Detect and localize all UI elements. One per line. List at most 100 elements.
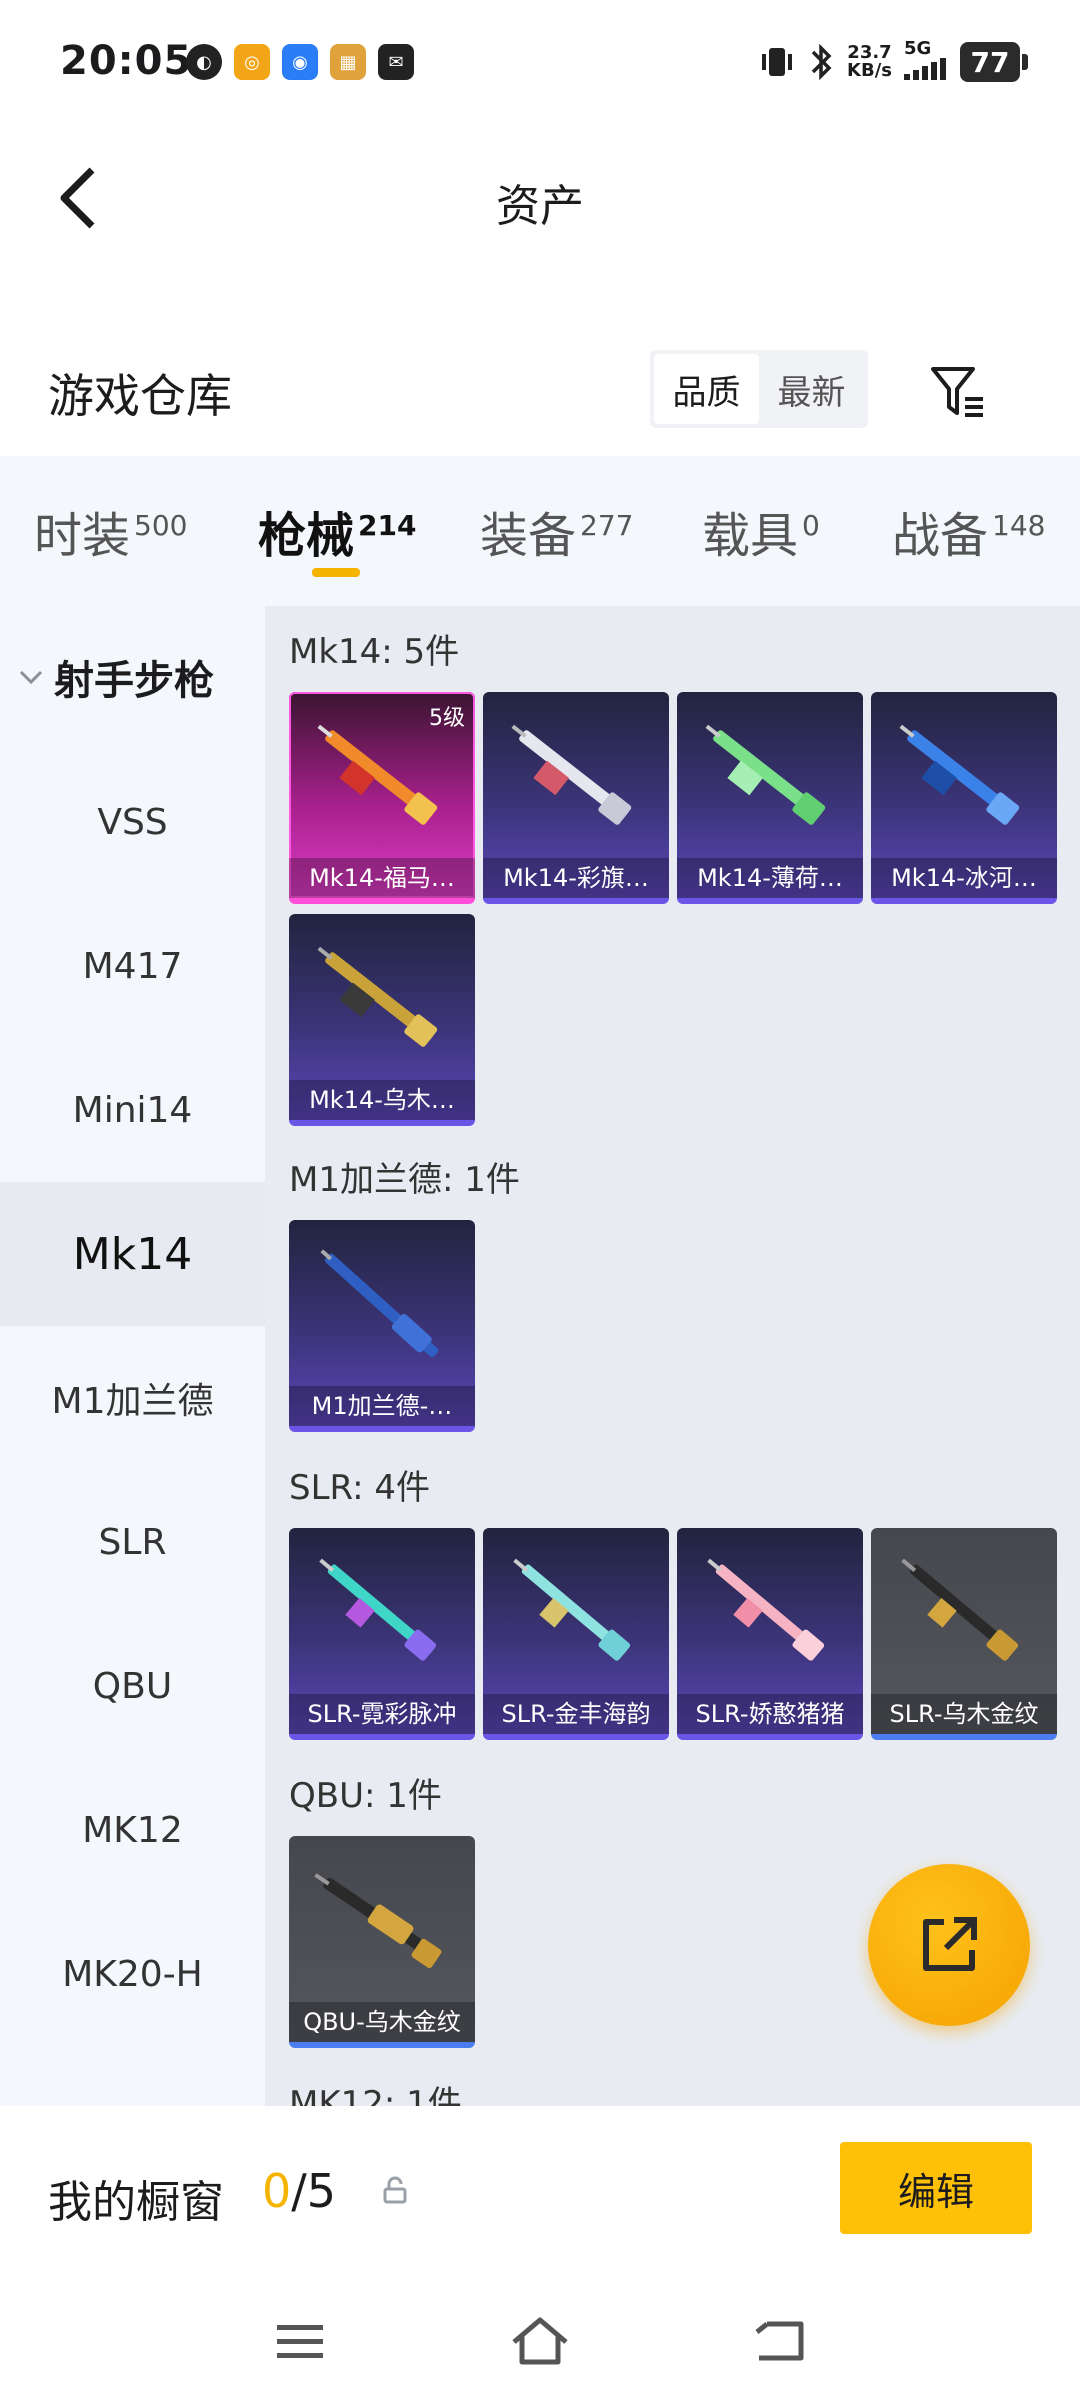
group-title: M1加兰德: 1件 <box>289 1160 520 1200</box>
tab-label: 枪械 <box>258 508 355 564</box>
tab-equipment[interactable]: 装备 277 <box>480 496 633 566</box>
sidebar-item-m417[interactable]: M417 <box>0 894 265 1038</box>
active-tab-indicator <box>312 568 360 577</box>
tab-count: 500 <box>134 509 188 542</box>
network-speed: 23.7 KB/s <box>847 44 892 80</box>
showcase-current: 0 <box>262 2164 292 2218</box>
rifle-icon <box>513 1558 631 1661</box>
filter-button[interactable] <box>918 352 998 432</box>
weapon-card[interactable]: Mk14-冰河… <box>871 692 1057 904</box>
weapon-name: QBU-乌木金纹 <box>289 2002 475 2042</box>
globe-app-icon: ◐ <box>186 44 222 80</box>
showcase-total: /5 <box>291 2164 337 2218</box>
sidebar-item-qbu[interactable]: QBU <box>0 1614 265 1758</box>
tab-count: 214 <box>358 509 417 542</box>
share-floating-button[interactable] <box>868 1864 1030 2026</box>
sort-newest-option[interactable]: 最新 <box>759 354 864 424</box>
sidebar-group-label: 射手步枪 <box>54 658 214 704</box>
sidebar-item-mk14[interactable]: Mk14 <box>0 1182 265 1326</box>
signal-block: 5G <box>904 40 948 84</box>
weapon-name: SLR-娇憨猪猪 <box>677 1694 863 1734</box>
weapon-name: Mk14-薄荷… <box>677 858 863 898</box>
rifle-icon <box>511 724 632 825</box>
lock-icon <box>383 2176 407 2204</box>
status-right: 23.7 KB/s 5G 77 <box>759 40 1028 84</box>
weapon-name: SLR-霓彩脉冲 <box>289 1694 475 1734</box>
weapon-name: Mk14-彩旗… <box>483 858 669 898</box>
category-tabs: 时装 500 枪械 214 装备 277 载具 0 战备 148 <box>0 456 1080 606</box>
back-nav-button[interactable] <box>740 2306 820 2376</box>
tab-vehicles[interactable]: 载具 0 <box>702 496 820 566</box>
tab-firearms[interactable]: 枪械 214 <box>258 496 416 566</box>
system-nav-bar <box>0 2286 1080 2396</box>
tab-count: 0 <box>802 509 820 542</box>
rifle-icon <box>320 1249 439 1358</box>
speed-unit: KB/s <box>847 60 892 81</box>
sidebar-item-mk20h[interactable]: MK20-H <box>0 1902 265 2046</box>
signal-icon <box>904 58 946 80</box>
weapon-type-sidebar: 射手步枪 VSS M417 Mini14 Mk14 M1加兰德 SLR QBU … <box>0 606 265 2106</box>
mail-icon: ✉ <box>378 44 414 80</box>
weapon-card[interactable]: SLR-金丰海韵 <box>483 1528 669 1740</box>
filter-icon <box>931 367 983 417</box>
sort-toggle: 品质 最新 <box>650 350 868 428</box>
weapon-card[interactable]: 5级 Mk14-福马… <box>289 692 475 904</box>
sidebar-item-mk12[interactable]: MK12 <box>0 1758 265 1902</box>
group-title: SLR: 4件 <box>289 1468 430 1508</box>
rifle-icon <box>314 1873 442 1969</box>
battery-indicator: 77 <box>960 42 1028 82</box>
weapon-card[interactable]: SLR-乌木金纹 <box>871 1528 1057 1740</box>
group-title: QBU: 1件 <box>289 1776 442 1816</box>
weapon-card[interactable]: SLR-霓彩脉冲 <box>289 1528 475 1740</box>
showcase-label: 我的橱窗 <box>48 2177 224 2228</box>
sidebar-item-mini14[interactable]: Mini14 <box>0 1038 265 1182</box>
menu-icon <box>277 2325 323 2358</box>
sidebar-item-m1-garand[interactable]: M1加兰德 <box>0 1326 265 1470</box>
weapon-name: Mk14-福马… <box>289 858 475 898</box>
weapon-card[interactable]: Mk14-薄荷… <box>677 692 863 904</box>
weapon-card[interactable]: SLR-娇憨猪猪 <box>677 1528 863 1740</box>
network-type: 5G <box>904 38 932 59</box>
edit-button[interactable]: 编辑 <box>840 2142 1032 2234</box>
section-title: 游戏仓库 <box>48 369 232 423</box>
sidebar-group-marksman[interactable]: 射手步枪 <box>18 648 214 706</box>
group-title: MK12: 1件 <box>289 2084 462 2106</box>
tab-label: 载具 <box>702 508 799 564</box>
rifle-icon <box>705 724 826 825</box>
tab-count: 148 <box>992 509 1046 542</box>
page-title: 资产 <box>496 181 584 232</box>
weapon-name: Mk14-乌木… <box>289 1080 475 1120</box>
tab-gear[interactable]: 战备 148 <box>892 496 1045 566</box>
status-time: 20:05 <box>60 38 193 84</box>
weapon-card[interactable]: Mk14-彩旗… <box>483 692 669 904</box>
tab-count: 277 <box>580 509 634 542</box>
weapon-name: Mk14-冰河… <box>871 858 1057 898</box>
tab-fashion[interactable]: 时装 500 <box>34 496 187 566</box>
weapon-card[interactable]: QBU-乌木金纹 <box>289 1836 475 2048</box>
sort-quality-option[interactable]: 品质 <box>654 354 759 424</box>
rifle-icon <box>319 1558 437 1661</box>
rifle-icon <box>317 946 438 1047</box>
return-icon <box>755 2321 804 2361</box>
game-app-icon: ▦ <box>330 44 366 80</box>
home-nav-button[interactable] <box>500 2306 580 2376</box>
chevron-down-icon <box>19 670 43 685</box>
weapon-card[interactable]: M1加兰德-… <box>289 1220 475 1432</box>
weapon-name: SLR-乌木金纹 <box>871 1694 1057 1734</box>
tab-label: 装备 <box>480 508 577 564</box>
tab-label: 时装 <box>34 508 131 564</box>
sidebar-item-slr[interactable]: SLR <box>0 1470 265 1614</box>
menu-nav-button[interactable] <box>260 2306 340 2376</box>
external-link-icon <box>923 1917 977 1971</box>
sidebar-item-vss[interactable]: VSS <box>0 750 265 894</box>
rifle-icon <box>899 724 1020 825</box>
status-app-icons: ◐ ◎ ◉ ▦ ✉ <box>186 44 414 80</box>
app-header: 资产 <box>0 130 1080 270</box>
section-bar: 游戏仓库 品质 最新 <box>0 330 1080 450</box>
vibrate-icon <box>762 48 793 76</box>
tab-label: 战备 <box>892 508 989 564</box>
orange-app-icon: ◎ <box>234 44 270 80</box>
level-badge: 5级 <box>429 706 465 731</box>
bluetooth-icon <box>811 43 832 81</box>
weapon-card[interactable]: Mk14-乌木… <box>289 914 475 1126</box>
